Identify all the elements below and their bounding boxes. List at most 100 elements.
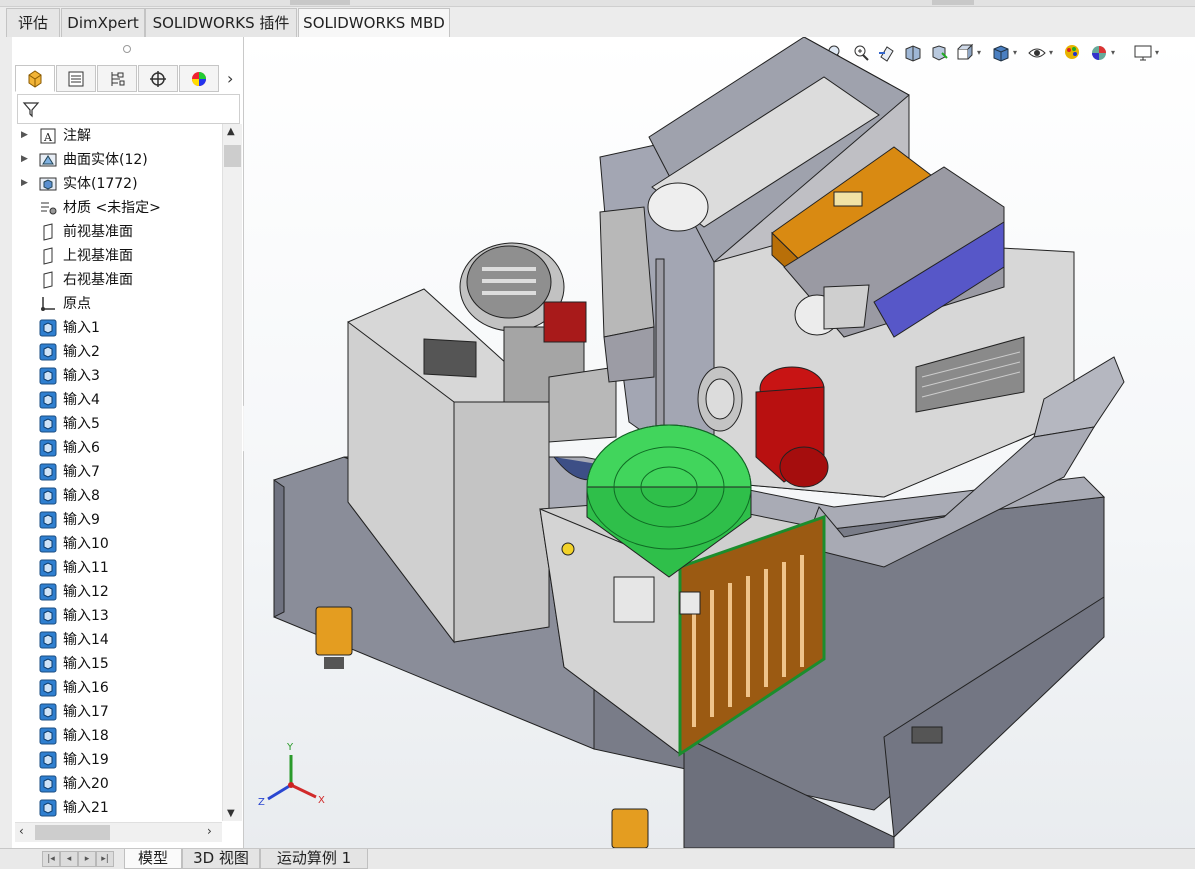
configuration-manager-icon — [111, 71, 125, 86]
tree-node[interactable]: 输入1 — [12, 316, 222, 340]
tree-node-label: 前视基准面 — [63, 224, 133, 240]
coordinate-triad: Y X Z — [258, 742, 325, 808]
bottom-tab-bar: |◂ ◂ ▸ ▸| 模型 3D 视图 运动算例 1 — [0, 848, 1195, 869]
scroll-right-icon[interactable]: › — [207, 824, 212, 838]
feature-manager-tab[interactable] — [15, 65, 55, 92]
tab-evaluate[interactable]: 评估 — [6, 8, 60, 37]
scroll-thumb[interactable] — [224, 145, 241, 167]
tree-node[interactable]: 输入4 — [12, 388, 222, 412]
expand-arrow-icon[interactable]: ▶ — [21, 178, 28, 188]
tree-horizontal-scrollbar[interactable]: ‹ › — [15, 822, 222, 842]
command-manager-tabs: 评估 DimXpert SOLIDWORKS 插件 SOLIDWORKS MBD — [0, 0, 1195, 38]
imported-body-icon — [39, 679, 57, 697]
axis-x-label: X — [318, 795, 325, 806]
scroll-left-icon[interactable]: ‹ — [19, 824, 24, 838]
axis-y-label: Y — [286, 742, 294, 753]
imported-body-icon — [39, 751, 57, 769]
last-tab-button[interactable]: ▸| — [96, 851, 114, 867]
tree-node[interactable]: 输入2 — [12, 340, 222, 364]
tree-node[interactable]: ▶ 实体(1772) — [12, 172, 222, 196]
tree-node[interactable]: 输入18 — [12, 724, 222, 748]
chevron-right-icon[interactable]: › — [227, 69, 233, 88]
imported-body-icon — [39, 535, 57, 553]
imported-body-icon — [39, 367, 57, 385]
graphics-area[interactable]: ▾ ▾ ▾ ▾ ▾ Y X Z — [244, 37, 1195, 848]
tree-node[interactable]: 输入20 — [12, 772, 222, 796]
expand-arrow-icon[interactable]: ▶ — [21, 154, 28, 164]
tree-node[interactable]: 输入17 — [12, 700, 222, 724]
tree-node[interactable]: 输入19 — [12, 748, 222, 772]
h-scroll-thumb[interactable] — [35, 825, 110, 840]
panel-grip[interactable] — [123, 45, 131, 53]
imported-body-icon — [39, 511, 57, 529]
display-manager-tab[interactable] — [179, 65, 219, 92]
expand-arrow-icon[interactable]: ▶ — [21, 130, 28, 140]
tree-node-label: 原点 — [63, 296, 91, 312]
scroll-down-icon[interactable]: ▼ — [227, 808, 235, 819]
tree-node[interactable]: 输入10 — [12, 532, 222, 556]
previous-tab-button[interactable]: ◂ — [60, 851, 78, 867]
imported-body-icon — [39, 799, 57, 817]
tree-node[interactable]: 输入5 — [12, 412, 222, 436]
imported-body-icon — [39, 775, 57, 793]
tree-node[interactable]: 输入16 — [12, 676, 222, 700]
tab-dimxpert[interactable]: DimXpert — [61, 8, 145, 37]
feature-tree: ▶ A 注解 ▶ 曲面实体(12) ▶ 实体(1772) 材质 <未指定> 前视基准面 上视基准面… — [12, 124, 222, 824]
tab-3d-view[interactable]: 3D 视图 — [182, 849, 260, 869]
tab-model[interactable]: 模型 — [124, 849, 182, 869]
dimxpert-manager-icon — [150, 70, 166, 87]
tree-node[interactable]: 前视基准面 — [12, 220, 222, 244]
tab-motion-study[interactable]: 运动算例 1 — [260, 849, 368, 869]
tree-node[interactable]: ▶ 曲面实体(12) — [12, 148, 222, 172]
tree-node-label: 输入2 — [63, 344, 100, 360]
tab-solidworks-mbd[interactable]: SOLIDWORKS MBD — [298, 8, 450, 37]
imported-body-icon — [39, 703, 57, 721]
tree-node[interactable]: 输入3 — [12, 364, 222, 388]
tree-node-label: 输入3 — [63, 368, 100, 384]
tree-node-label: 输入4 — [63, 392, 100, 408]
next-tab-button[interactable]: ▸ — [78, 851, 96, 867]
origin-icon — [39, 295, 57, 313]
imported-body-icon — [39, 727, 57, 745]
tree-node[interactable]: 输入14 — [12, 628, 222, 652]
tree-node[interactable]: 输入15 — [12, 652, 222, 676]
imported-body-icon — [39, 559, 57, 577]
tree-node[interactable]: 输入7 — [12, 460, 222, 484]
configuration-manager-tab[interactable] — [97, 65, 137, 92]
tree-vertical-scrollbar[interactable]: ▲ ▼ — [222, 124, 242, 821]
tree-node-label: 实体(1772) — [63, 176, 138, 192]
scroll-up-icon[interactable]: ▲ — [227, 126, 235, 137]
tree-node[interactable]: 上视基准面 — [12, 244, 222, 268]
tree-node-label: 输入10 — [63, 536, 109, 552]
tree-node[interactable]: 输入11 — [12, 556, 222, 580]
tree-filter[interactable] — [17, 94, 240, 124]
property-manager-tab[interactable] — [56, 65, 96, 92]
tree-node-label: 输入14 — [63, 632, 109, 648]
tree-node[interactable]: ▶ A 注解 — [12, 124, 222, 148]
tree-node-label: 输入21 — [63, 800, 109, 816]
tree-node[interactable]: 材质 <未指定> — [12, 196, 222, 220]
tree-node[interactable]: 输入21 — [12, 796, 222, 820]
tree-node[interactable]: 输入8 — [12, 484, 222, 508]
filter-icon — [22, 102, 40, 118]
tree-node-label: 右视基准面 — [63, 272, 133, 288]
tree-node[interactable]: 输入12 — [12, 580, 222, 604]
tree-node-label: 输入9 — [63, 512, 100, 528]
tree-node[interactable]: 输入13 — [12, 604, 222, 628]
imported-body-icon — [39, 439, 57, 457]
tab-solidworks-addins[interactable]: SOLIDWORKS 插件 — [145, 8, 297, 37]
tree-node[interactable]: 输入6 — [12, 436, 222, 460]
annotations-icon: A — [39, 127, 57, 145]
tree-node[interactable]: 右视基准面 — [12, 268, 222, 292]
property-manager-icon — [68, 71, 84, 86]
tree-node-label: 曲面实体(12) — [63, 152, 148, 168]
first-tab-button[interactable]: |◂ — [42, 851, 60, 867]
imported-body-icon — [39, 343, 57, 361]
plane-icon — [39, 271, 57, 289]
feature-manager-panel: › ▶ A 注解 ▶ 曲面实体(12) ▶ 实体(1772) 材质 <未指定> 前视基准面 上视基… — [12, 37, 244, 848]
tree-node-label: 输入11 — [63, 560, 109, 576]
tree-node-label: 输入18 — [63, 728, 109, 744]
tree-node[interactable]: 输入9 — [12, 508, 222, 532]
dimxpert-manager-tab[interactable] — [138, 65, 178, 92]
tree-node[interactable]: 原点 — [12, 292, 222, 316]
